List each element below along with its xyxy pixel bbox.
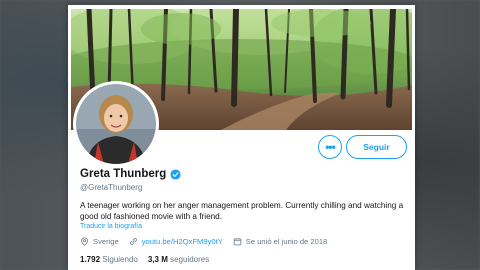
followers-count: 3,3 M [147,255,168,264]
following-label: Siguiendo [102,255,138,264]
profile-stats: 1.792 Siguiendo 3,3 M seguidores [80,255,219,264]
location-text: Sverige [93,237,119,246]
website-item: youtu.be/H2QxFM9y0tY [129,237,223,246]
location-item: Sverige [80,237,119,246]
name-row: Greta Thunberg [80,168,181,180]
follow-button[interactable]: Seguir [346,135,407,159]
followers-stat[interactable]: 3,3 M seguidores [148,255,209,264]
verified-badge-icon [170,168,181,180]
translate-bio-link[interactable]: Traducir la biografía [80,223,142,230]
profile-card: ••• Seguir Greta Thunberg @GretaThunberg… [68,5,415,270]
calendar-icon [233,238,242,246]
profile-avatar[interactable] [76,84,156,164]
link-icon [129,238,137,245]
more-options-button[interactable]: ••• [318,135,342,159]
followers-label: seguidores [170,255,210,264]
username-handle: @GretaThunberg [80,183,143,192]
location-pin-icon [81,237,88,246]
more-options-icon: ••• [325,140,336,154]
joined-item: Se unió el junio de 2018 [233,237,328,246]
joined-text: Se unió el junio de 2018 [245,237,328,246]
following-stat[interactable]: 1.792 Siguiendo [80,255,138,264]
display-name: Greta Thunberg [80,168,167,180]
following-count: 1.792 [80,255,101,264]
profile-meta: Sverige youtu.be/H2QxFM9y0tY Se unió el … [80,237,337,246]
website-link[interactable]: youtu.be/H2QxFM9y0tY [142,237,223,246]
profile-bio: A teenager working on her anger manageme… [80,201,404,221]
